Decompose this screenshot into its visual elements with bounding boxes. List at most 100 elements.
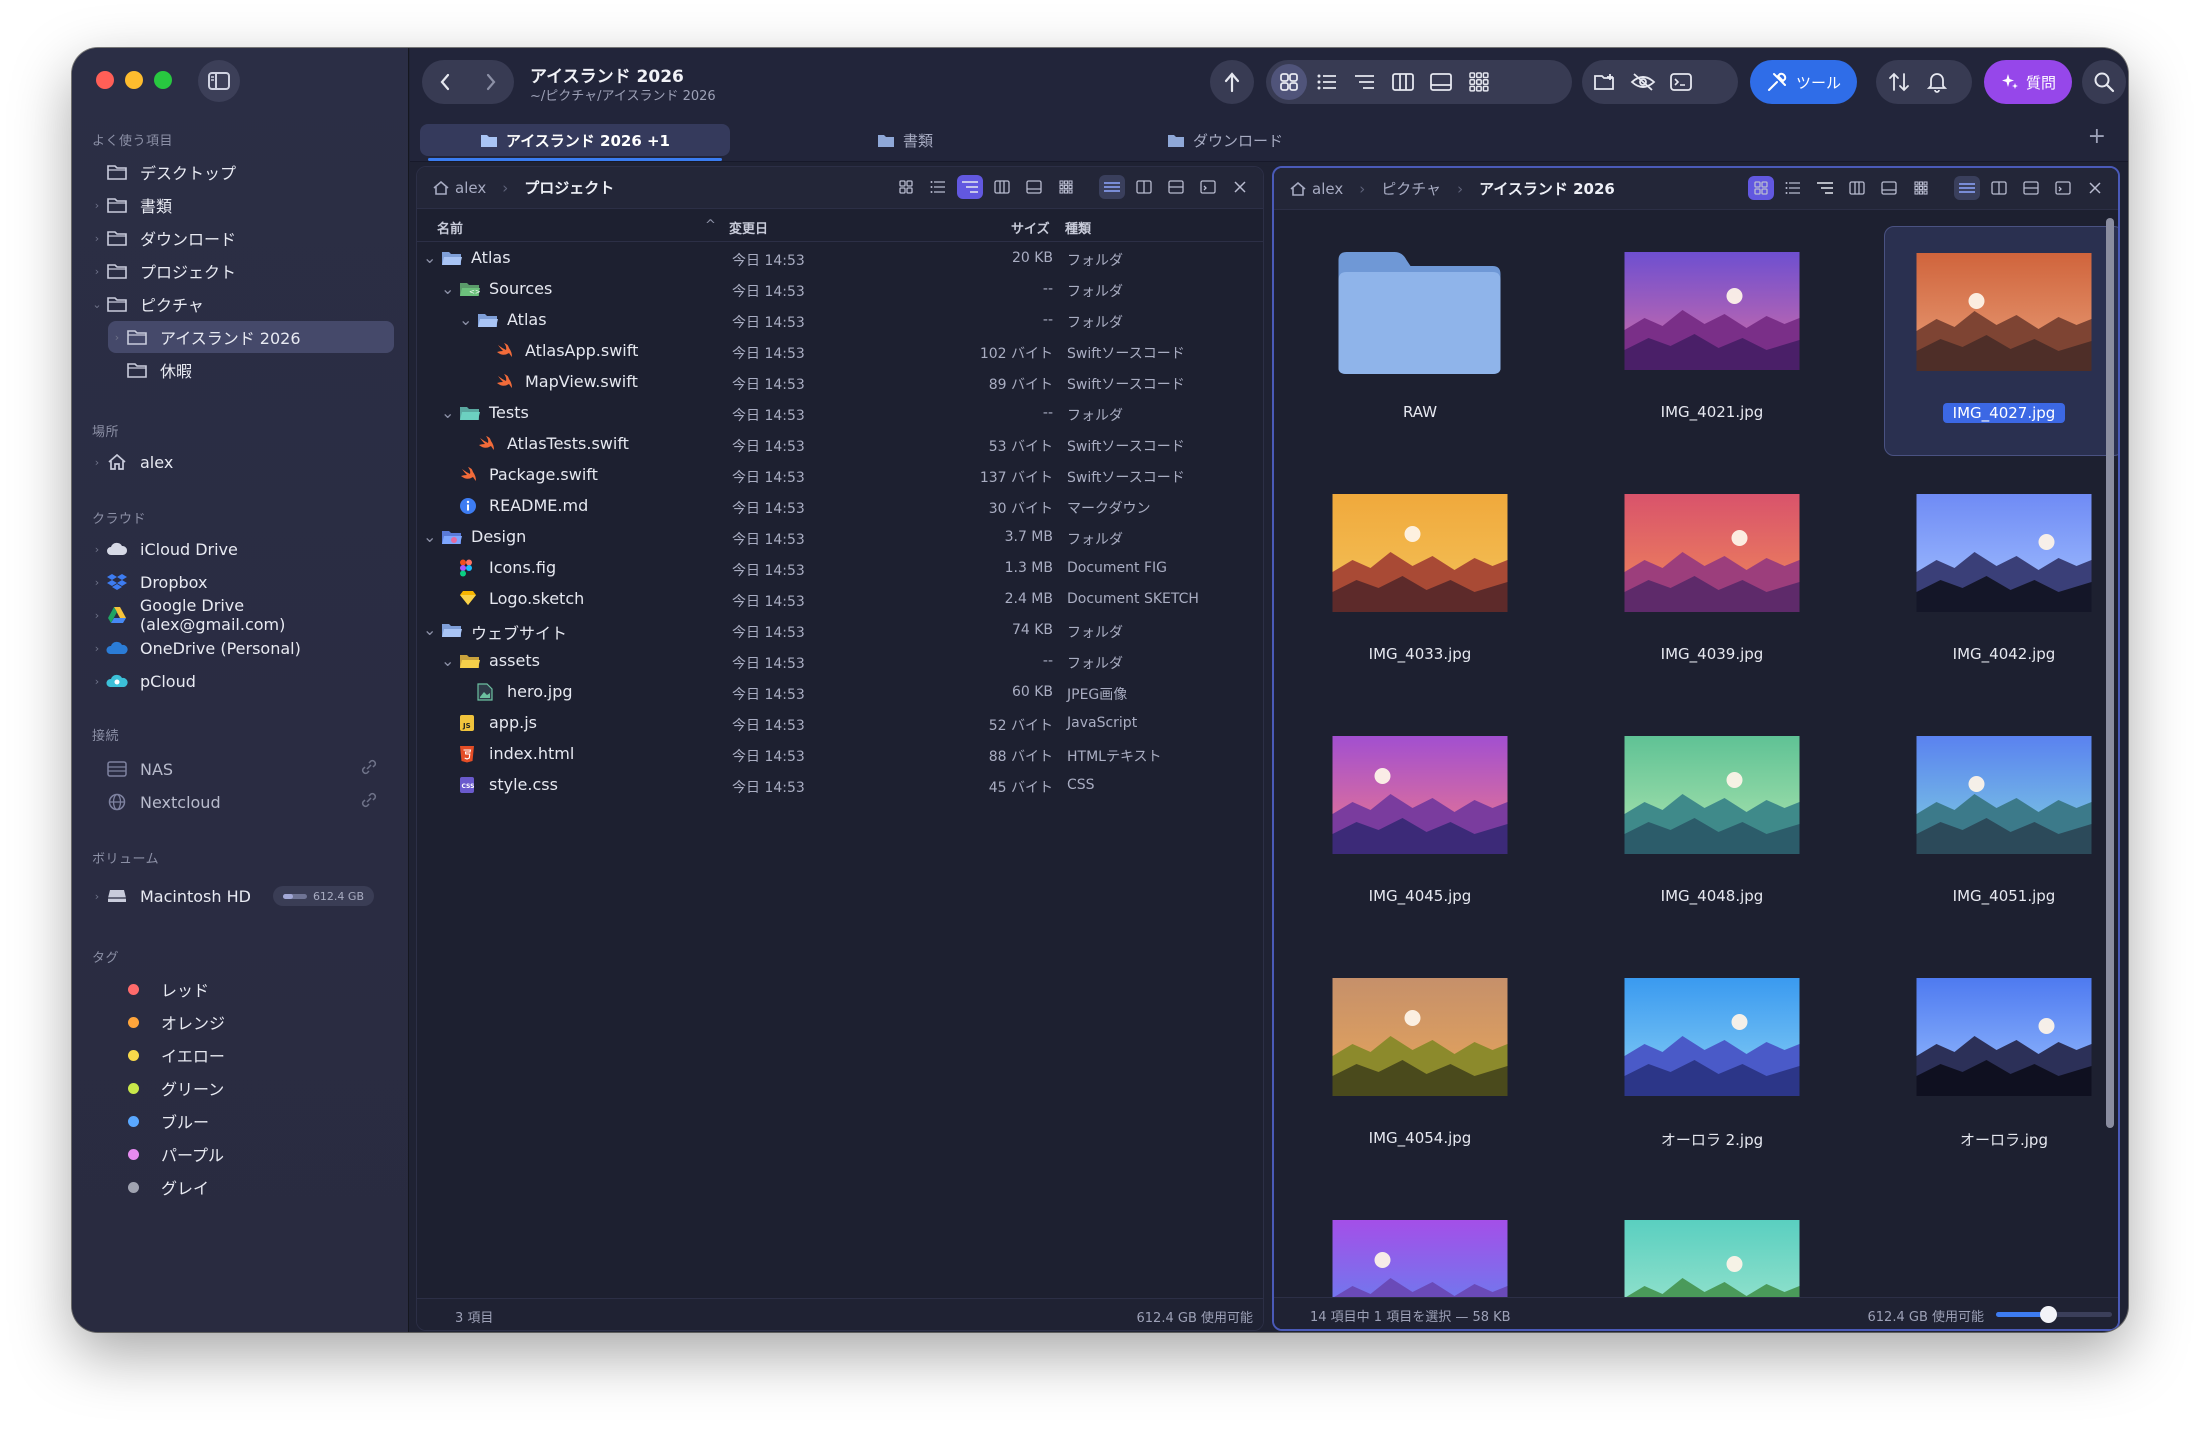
columns-icon[interactable]	[1844, 176, 1870, 200]
breadcrumb-current[interactable]: プロジェクト	[524, 177, 614, 198]
terminal-icon[interactable]	[1195, 175, 1221, 199]
terminal-button[interactable]	[1663, 64, 1699, 100]
forward-button[interactable]	[468, 60, 514, 104]
table-row[interactable]: Package.swift 今日 14:53 137 バイト Swiftソースコード	[417, 460, 1263, 491]
sidebar-item-volume[interactable]: › Macintosh HD 612.4 GB	[88, 880, 394, 912]
column-view-button[interactable]	[1385, 64, 1421, 100]
thumbnail-view-button[interactable]	[1461, 64, 1497, 100]
split-vertical-icon[interactable]	[2018, 176, 2044, 200]
disclosure-triangle-icon[interactable]: ⌄	[423, 620, 436, 639]
outline-icon[interactable]	[957, 175, 983, 199]
new-folder-button[interactable]	[1587, 64, 1623, 100]
new-tab-button[interactable]: +	[2088, 124, 2106, 149]
sort-button[interactable]	[1881, 64, 1917, 100]
dots-grid-icon[interactable]	[1908, 176, 1934, 200]
sidebar-item-6[interactable]: › アイスランド 2026	[108, 321, 394, 353]
list-icon[interactable]	[925, 175, 951, 199]
ask-button[interactable]: 質問	[1984, 60, 2073, 104]
folder-item[interactable]: RAW	[1300, 226, 1540, 456]
image-item[interactable]: IMG_4045.jpg	[1300, 710, 1540, 940]
table-row[interactable]: CSS style.css 今日 14:53 45 バイト CSS	[417, 770, 1263, 801]
table-row[interactable]: JS app.js 今日 14:53 52 バイト JavaScript	[417, 708, 1263, 739]
breadcrumb-root[interactable]: alex	[455, 179, 486, 197]
search-button[interactable]	[2082, 60, 2126, 104]
list-view-button[interactable]	[1309, 64, 1345, 100]
parent-folder-button[interactable]	[1210, 60, 1254, 104]
tools-button[interactable]: ツール	[1750, 60, 1858, 104]
table-row[interactable]: index.html 今日 14:53 88 バイト HTMLテキスト	[417, 739, 1263, 770]
table-row[interactable]: AtlasTests.swift 今日 14:53 53 バイト Swiftソースコー…	[417, 429, 1263, 460]
sidebar-item-4[interactable]: › プロジェクト	[88, 255, 394, 287]
table-row[interactable]: README.md 今日 14:53 30 バイト マークダウン	[417, 491, 1263, 522]
chevron-right-icon[interactable]: ›	[88, 543, 106, 556]
sidebar-item-cloud-2[interactable]: › Dropbox	[88, 566, 394, 598]
outline-view-button[interactable]	[1347, 64, 1383, 100]
sidebar-item-5[interactable]: ⌄ ピクチャ	[88, 288, 394, 320]
table-row[interactable]: ⌄ ウェブサイト 今日 14:53 74 KB フォルダ	[417, 615, 1263, 646]
sidebar-item-cloud-4[interactable]: › OneDrive (Personal)	[88, 632, 394, 664]
gallery-icon[interactable]	[1876, 176, 1902, 200]
disclosure-triangle-icon[interactable]: ⌄	[441, 651, 454, 670]
sidebar-item-home[interactable]: › alex	[88, 446, 394, 478]
size-column-header[interactable]: サイズ	[1011, 218, 1050, 237]
dots-grid-icon[interactable]	[1053, 175, 1079, 199]
breadcrumb-root[interactable]: alex	[1312, 180, 1343, 198]
hidden-files-button[interactable]	[1625, 64, 1661, 100]
image-item[interactable]: IMG_4021.jpg	[1592, 226, 1832, 456]
sidebar-toggle-button[interactable]	[198, 60, 240, 102]
table-row[interactable]: MapView.swift 今日 14:53 89 バイト Swiftソースコード	[417, 367, 1263, 398]
table-row[interactable]: ⌄ Design 今日 14:53 3.7 MB フォルダ	[417, 522, 1263, 553]
close-window-button[interactable]	[96, 71, 114, 89]
table-row[interactable]: ⌄ Atlas 今日 14:53 -- フォルダ	[417, 305, 1263, 336]
image-item[interactable]: オーロラ.jpg	[1884, 952, 2118, 1182]
table-row[interactable]: ⌄ Tests 今日 14:53 -- フォルダ	[417, 398, 1263, 429]
chevron-right-icon[interactable]: ›	[88, 232, 106, 245]
sidebar-item-1[interactable]: デスクトップ	[88, 156, 394, 188]
disclosure-triangle-icon[interactable]: ⌄	[441, 279, 454, 298]
image-item[interactable]: IMG_4033.jpg	[1300, 468, 1540, 698]
disclosure-triangle-icon[interactable]: ⌄	[423, 527, 436, 546]
table-row[interactable]: ⌄ Atlas 今日 14:53 20 KB フォルダ	[417, 243, 1263, 274]
terminal-icon[interactable]	[2050, 176, 2076, 200]
sidebar-item-cloud-1[interactable]: › iCloud Drive	[88, 533, 394, 565]
tab-iceland-2026[interactable]: アイスランド 2026 +1	[420, 124, 730, 161]
sidebar-item-3[interactable]: › ダウンロード	[88, 222, 394, 254]
list-icon[interactable]	[1780, 176, 1806, 200]
image-item[interactable]: IMG_4051.jpg	[1884, 710, 2118, 940]
disclosure-triangle-icon[interactable]: ⌄	[423, 248, 436, 267]
close-icon[interactable]	[1227, 175, 1253, 199]
filter-lines-icon[interactable]	[1099, 175, 1125, 199]
filter-lines-icon[interactable]	[1954, 176, 1980, 200]
sidebar-item-2[interactable]: › 書類	[88, 189, 394, 221]
breadcrumb-middle[interactable]: ピクチャ	[1381, 178, 1441, 199]
sidebar-item-cloud-3[interactable]: › Google Drive (alex@gmail.com)	[88, 596, 394, 634]
grid-icon[interactable]	[1748, 176, 1774, 200]
sidebar-tag-1[interactable]: レッド	[88, 973, 394, 1005]
grid-icon[interactable]	[893, 175, 919, 199]
link-icon[interactable]	[360, 758, 378, 780]
image-item[interactable]: IMG_4054.jpg	[1300, 952, 1540, 1182]
gallery-icon[interactable]	[1021, 175, 1047, 199]
vertical-scrollbar[interactable]	[2106, 218, 2114, 1128]
zoom-slider[interactable]	[1996, 1306, 2112, 1323]
kind-column-header[interactable]: 種類	[1065, 218, 1091, 237]
split-vertical-icon[interactable]	[1163, 175, 1189, 199]
table-row[interactable]: hero.jpg 今日 14:53 60 KB JPEG画像	[417, 677, 1263, 708]
tab-downloads[interactable]: ダウンロード	[1070, 124, 1380, 156]
sidebar-tag-6[interactable]: パープル	[88, 1138, 394, 1170]
image-item[interactable]: IMG_4039.jpg	[1592, 468, 1832, 698]
split-horizontal-icon[interactable]	[1986, 176, 2012, 200]
table-row[interactable]: Icons.fig 今日 14:53 1.3 MB Document FIG	[417, 553, 1263, 584]
chevron-right-icon[interactable]: ›	[88, 675, 106, 688]
gallery-view-button[interactable]	[1423, 64, 1459, 100]
image-item[interactable]: IMG_4027.jpg	[1884, 226, 2118, 456]
sidebar-item-cloud-5[interactable]: › pCloud	[88, 665, 394, 697]
name-column-header[interactable]: 名前	[437, 218, 463, 237]
chevron-right-icon[interactable]: ⌄	[88, 298, 106, 311]
sort-ascending-icon[interactable]: ^	[705, 218, 716, 233]
chevron-right-icon[interactable]: ›	[88, 456, 106, 469]
table-row[interactable]: Logo.sketch 今日 14:53 2.4 MB Document SKETCH	[417, 584, 1263, 615]
chevron-right-icon[interactable]: ›	[88, 576, 106, 589]
table-row[interactable]: AtlasApp.swift 今日 14:53 102 バイト Swiftソースコード	[417, 336, 1263, 367]
sidebar-item-7[interactable]: 休暇	[108, 354, 394, 386]
